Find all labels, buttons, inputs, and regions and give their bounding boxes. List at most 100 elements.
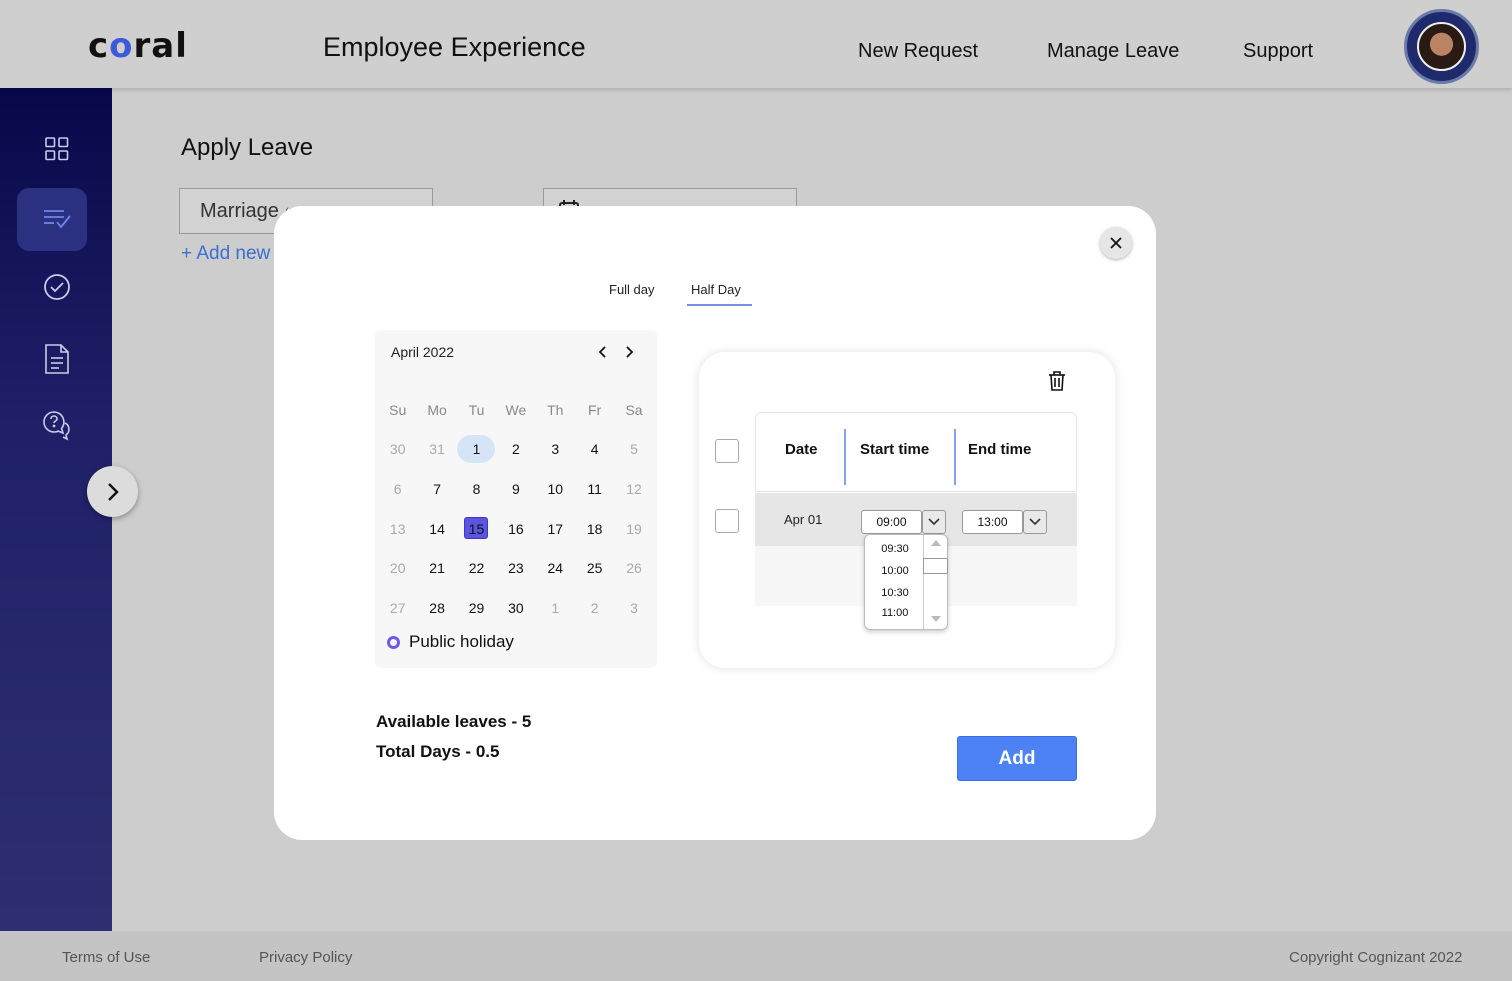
chevron-down-icon: [1029, 518, 1041, 526]
calendar-day[interactable]: 9: [496, 475, 535, 503]
day-number: 8: [472, 480, 481, 497]
terms-link[interactable]: Terms of Use: [62, 949, 150, 966]
scroll-down-icon[interactable]: [930, 615, 942, 623]
coral-logo[interactable]: coral: [88, 26, 188, 66]
row-checkbox[interactable]: [715, 509, 739, 533]
document-icon[interactable]: [40, 342, 74, 376]
calendar-day[interactable]: 4: [575, 435, 614, 463]
calendar-day[interactable]: 11: [575, 475, 614, 503]
select-all-checkbox[interactable]: [715, 439, 739, 463]
nav-manage-leave[interactable]: Manage Leave: [1047, 40, 1179, 63]
day-number: 30: [389, 441, 406, 458]
app-title: Employee Experience: [323, 32, 586, 62]
calendar-day[interactable]: 18: [575, 515, 614, 543]
calendar-week-row: 20 21 22 23 24 25 26: [378, 548, 654, 588]
calendar-day: 2: [575, 594, 614, 622]
calendar-day[interactable]: 8: [457, 475, 496, 503]
calendar-day[interactable]: 17: [536, 515, 575, 543]
weekday-label: Fr: [588, 401, 602, 418]
task-list-icon[interactable]: [40, 202, 74, 236]
calendar-day[interactable]: 24: [536, 554, 575, 582]
day-number: 17: [547, 520, 564, 537]
day-number: 3: [551, 441, 560, 458]
calendar-day[interactable]: 14: [417, 515, 456, 543]
nav-support[interactable]: Support: [1243, 40, 1313, 63]
calendar-day[interactable]: 3: [536, 435, 575, 463]
add-button[interactable]: Add: [957, 736, 1077, 781]
start-time-input[interactable]: 09:00: [861, 510, 922, 534]
header-divider: [954, 429, 956, 485]
day-number: 29: [468, 599, 485, 616]
grid-icon[interactable]: [40, 132, 74, 166]
day-number: 24: [547, 560, 564, 577]
table-header: Date Start time End time: [755, 412, 1077, 492]
calendar-day[interactable]: 16: [496, 515, 535, 543]
chevron-left-icon: [598, 346, 606, 358]
time-option[interactable]: 10:00: [865, 565, 925, 577]
calendar-day[interactable]: 29: [457, 594, 496, 622]
end-time-dropdown-button[interactable]: [1023, 510, 1047, 534]
dropdown-scrollbar[interactable]: [923, 535, 948, 629]
copyright-text: Copyright Cognizant 2022: [1289, 949, 1463, 966]
privacy-link[interactable]: Privacy Policy: [259, 949, 352, 966]
avatar-photo: [1417, 22, 1466, 71]
top-header: coral Employee Experience New Request Ma…: [0, 0, 1512, 88]
tab-half-day[interactable]: Half Day: [691, 282, 741, 297]
time-option[interactable]: 11:00: [865, 607, 925, 619]
calendar-day[interactable]: 7: [417, 475, 456, 503]
scroll-thumb[interactable]: [923, 558, 948, 574]
day-number: 19: [626, 520, 642, 537]
start-time-dropdown-button[interactable]: [922, 510, 946, 534]
logo-o: o: [109, 26, 134, 66]
scroll-up-icon[interactable]: [930, 539, 942, 547]
header-start-time: Start time: [860, 441, 930, 458]
calendar-day[interactable]: 23: [496, 554, 535, 582]
day-number: 26: [626, 560, 642, 577]
calendar-day[interactable]: 2: [496, 435, 535, 463]
weekday-label: Mo: [427, 401, 447, 418]
day-number: 10: [547, 480, 564, 497]
end-time-input[interactable]: 13:00: [962, 510, 1023, 534]
calendar-day: 26: [614, 554, 653, 582]
calendar-day[interactable]: 25: [575, 554, 614, 582]
calendar-day[interactable]: 28: [417, 594, 456, 622]
prev-month-button[interactable]: [595, 344, 611, 360]
time-option[interactable]: 10:30: [865, 587, 925, 599]
next-month-button[interactable]: [621, 344, 637, 360]
time-option[interactable]: 09:30: [865, 543, 925, 555]
add-new-link[interactable]: + Add new: [181, 243, 270, 265]
total-days: Total Days - 0.5: [376, 742, 500, 761]
header-divider: [844, 429, 846, 485]
day-number: 9: [511, 480, 520, 497]
calendar-day[interactable]: 30: [496, 594, 535, 622]
day-number: 1: [457, 435, 496, 464]
user-avatar[interactable]: [1404, 9, 1479, 84]
calendar-day: 31: [417, 435, 456, 463]
calendar-day[interactable]: 15: [457, 515, 496, 543]
close-button[interactable]: [1100, 227, 1132, 259]
help-chat-icon[interactable]: [40, 408, 74, 442]
calendar-day: 12: [614, 475, 653, 503]
day-number: 13: [389, 520, 406, 537]
calendar-week-row: 27 28 29 30 1 2 3: [378, 588, 654, 628]
calendar-day[interactable]: 21: [417, 554, 456, 582]
tab-full-day[interactable]: Full day: [609, 282, 655, 297]
day-number: 20: [389, 560, 406, 577]
check-circle-icon[interactable]: [40, 270, 74, 304]
calendar-day[interactable]: 10: [536, 475, 575, 503]
header-end-time: End time: [968, 441, 1032, 458]
calendar-legend: Public holiday: [387, 632, 514, 652]
footer: Terms of Use Privacy Policy Copyright Co…: [0, 931, 1512, 981]
weekday-label: Sa: [625, 401, 643, 418]
calendar-day: 1: [536, 594, 575, 622]
leave-type-value: Marriage: [200, 200, 279, 222]
calendar-day: 20: [378, 554, 417, 582]
sidebar-expand-button[interactable]: [87, 466, 138, 517]
calendar-day[interactable]: 1: [457, 435, 496, 464]
public-holiday-dot: [387, 635, 400, 649]
delete-button[interactable]: [1045, 368, 1069, 394]
active-tab-underline: [687, 304, 752, 306]
calendar-day[interactable]: 22: [457, 554, 496, 582]
day-number: 1: [551, 599, 560, 616]
nav-new-request[interactable]: New Request: [858, 40, 978, 63]
